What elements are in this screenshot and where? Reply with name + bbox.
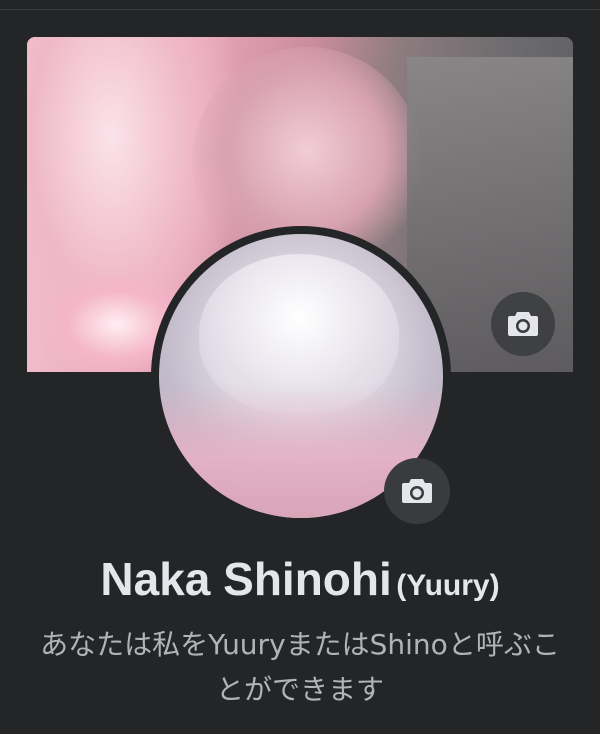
camera-icon bbox=[508, 312, 538, 336]
edit-cover-photo-button[interactable] bbox=[491, 292, 555, 356]
profile-name: Naka Shinohi bbox=[100, 553, 392, 605]
profile-name-line: Naka Shinohi (Yuury) bbox=[0, 552, 600, 606]
profile-alternate-name: (Yuury) bbox=[396, 569, 500, 602]
top-divider bbox=[0, 0, 600, 10]
profile-bio: あなたは私をYuuryまたはShinoと呼ぶことができます bbox=[40, 628, 560, 706]
camera-icon bbox=[402, 479, 432, 503]
edit-profile-picture-button[interactable] bbox=[384, 458, 450, 524]
